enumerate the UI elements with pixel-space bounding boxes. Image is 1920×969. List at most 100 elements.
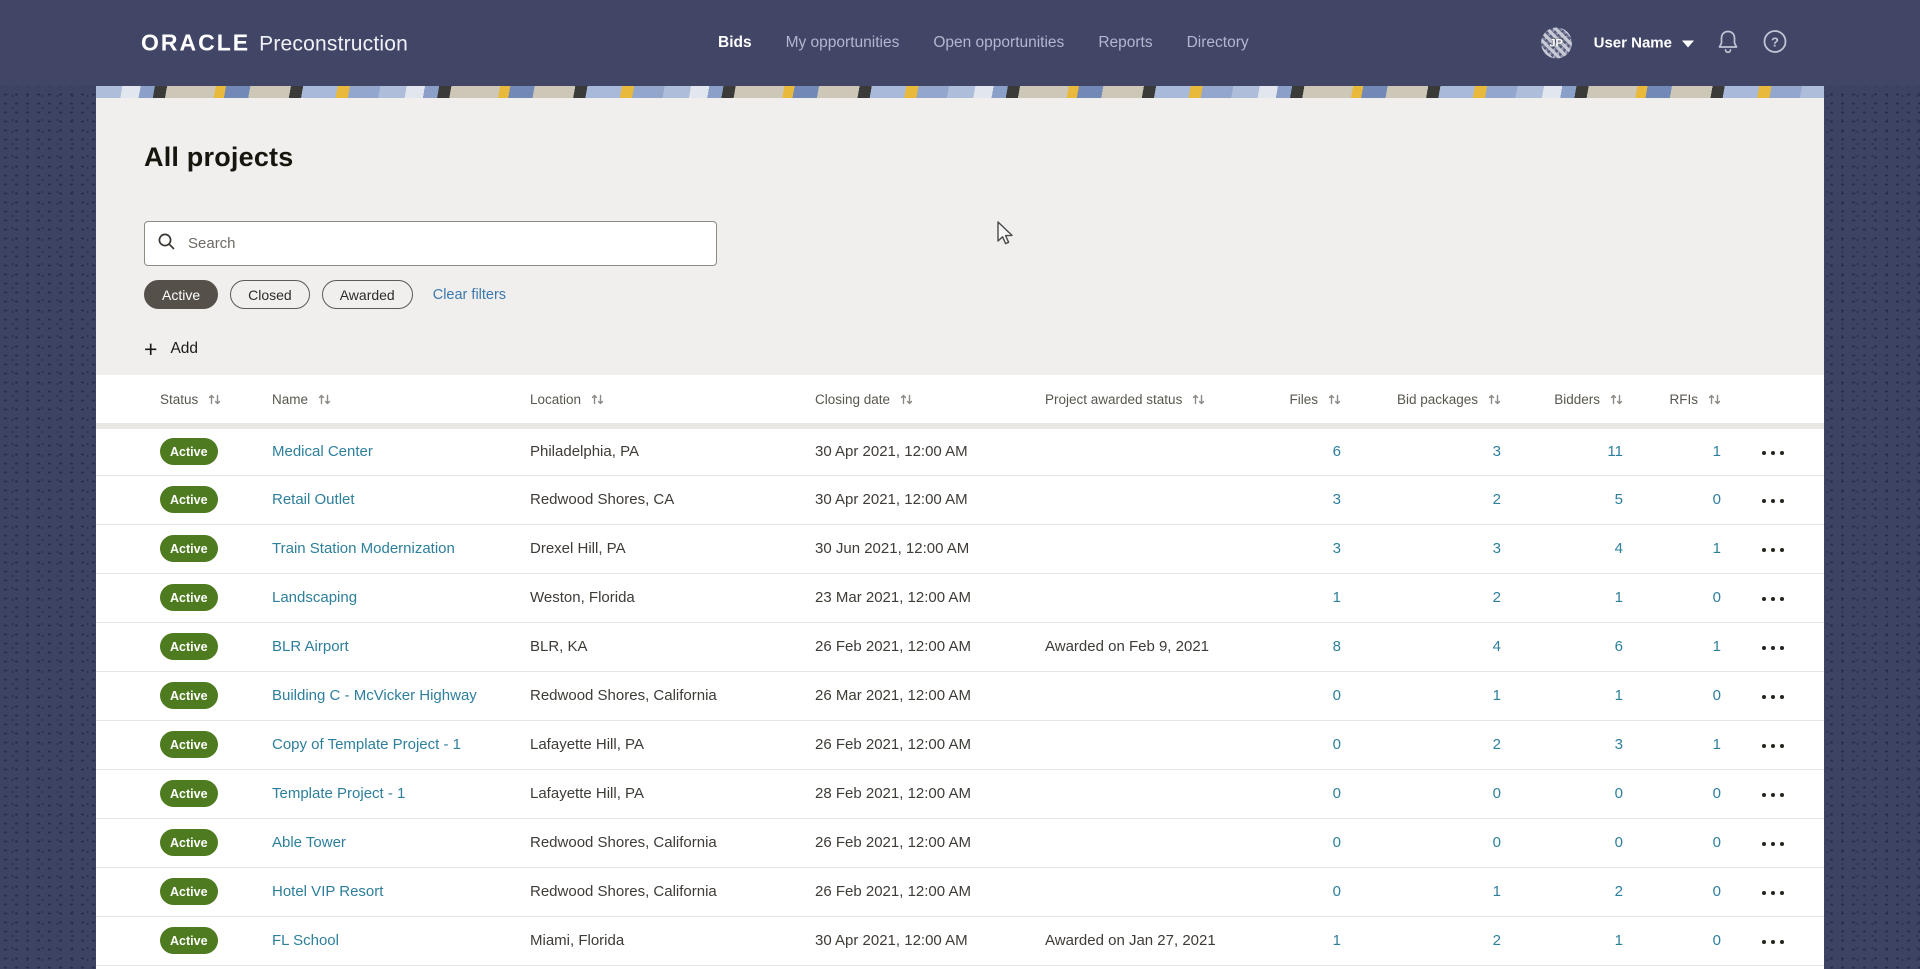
files-count-link[interactable]: 0 [1333,785,1341,802]
row-actions-button[interactable] [1758,591,1788,607]
bid-packages-count-link[interactable]: 2 [1493,736,1501,753]
nav-my-opportunities[interactable]: My opportunities [786,34,900,52]
awarded-status-cell [1045,573,1275,623]
project-name-link[interactable]: Able Tower [272,834,346,851]
rfis-count-link[interactable]: 0 [1713,687,1721,704]
sort-header-rfis[interactable]: RFIs [1623,392,1721,407]
bidders-count-link[interactable]: 3 [1615,736,1623,753]
project-name-link[interactable]: Train Station Modernization [272,540,455,557]
status-badge: Active [160,535,218,562]
rfis-count-link[interactable]: 0 [1713,491,1721,508]
nav-bids[interactable]: Bids [718,34,752,52]
row-actions-button[interactable] [1758,787,1788,803]
project-name-link[interactable]: Medical Center [272,443,373,460]
bid-packages-count-link[interactable]: 2 [1493,491,1501,508]
filter-chip-awarded[interactable]: Awarded [321,280,413,309]
bid-packages-count-link[interactable]: 0 [1493,785,1501,802]
avatar-initials: JP [1549,37,1563,49]
nav-directory[interactable]: Directory [1187,34,1249,52]
bid-packages-count-link[interactable]: 2 [1493,589,1501,606]
user-menu[interactable]: User Name [1594,35,1694,52]
table-row: Active Template Project - 1 Lafayette Hi… [96,769,1824,819]
files-count-link[interactable]: 3 [1333,491,1341,508]
row-actions-button[interactable] [1758,542,1788,558]
row-actions-button[interactable] [1758,640,1788,656]
project-name-link[interactable]: FL School [272,932,339,949]
rfis-count-link[interactable]: 1 [1713,638,1721,655]
nav-open-opportunities[interactable]: Open opportunities [933,34,1064,52]
project-name-link[interactable]: BLR Airport [272,638,349,655]
files-count-link[interactable]: 0 [1333,687,1341,704]
row-actions-button[interactable] [1758,738,1788,754]
bidders-count-link[interactable]: 1 [1615,932,1623,949]
status-badge: Active [160,584,218,611]
bidders-count-link[interactable]: 2 [1615,883,1623,900]
bidders-count-link[interactable]: 0 [1615,834,1623,851]
rfis-count-link[interactable]: 0 [1713,589,1721,606]
search-input[interactable] [186,234,704,253]
bidders-count-link[interactable]: 4 [1615,540,1623,557]
ellipsis-icon [1761,597,1766,601]
app-header: ORACLE Preconstruction Bids My opportuni… [0,0,1920,86]
sort-header-name[interactable]: Name [272,392,530,407]
files-count-link[interactable]: 3 [1333,540,1341,557]
sort-header-status[interactable]: Status [160,392,272,407]
row-actions-button[interactable] [1758,934,1788,950]
add-button[interactable]: + Add [144,338,198,361]
row-actions-button[interactable] [1758,885,1788,901]
sort-icon [1708,393,1721,406]
bid-packages-count-link[interactable]: 3 [1493,443,1501,460]
table-row: Active Retail Outlet Redwood Shores, CA … [96,475,1824,525]
bidders-count-link[interactable]: 6 [1615,638,1623,655]
bid-packages-count-link[interactable]: 4 [1493,638,1501,655]
bid-packages-count-link[interactable]: 0 [1493,834,1501,851]
bidders-count-link[interactable]: 5 [1615,491,1623,508]
rfis-count-link[interactable]: 0 [1713,932,1721,949]
row-actions-button[interactable] [1758,445,1788,461]
rfis-count-link[interactable]: 1 [1713,540,1721,557]
sort-header-location[interactable]: Location [530,392,815,407]
project-name-link[interactable]: Landscaping [272,589,357,606]
files-count-link[interactable]: 0 [1333,834,1341,851]
clear-filters-link[interactable]: Clear filters [433,287,506,303]
sort-header-awarded-status[interactable]: Project awarded status [1045,392,1275,407]
row-actions-button[interactable] [1758,689,1788,705]
rfis-count-link[interactable]: 0 [1713,834,1721,851]
avatar[interactable]: JP [1540,27,1572,59]
notifications-button[interactable] [1716,29,1740,58]
bidders-count-link[interactable]: 11 [1607,443,1623,460]
bidders-count-link[interactable]: 0 [1615,785,1623,802]
sort-header-bid-packages[interactable]: Bid packages [1341,392,1501,407]
rfis-count-link[interactable]: 0 [1713,883,1721,900]
bidders-count-link[interactable]: 1 [1615,687,1623,704]
sort-header-files[interactable]: Files [1275,392,1341,407]
project-name-link[interactable]: Retail Outlet [272,491,355,508]
project-name-link[interactable]: Building C - McVicker Highway [272,687,477,704]
filter-chip-active[interactable]: Active [144,280,219,309]
rfis-count-link[interactable]: 1 [1713,736,1721,753]
location-cell: Drexel Hill, PA [530,524,815,574]
row-actions-button[interactable] [1758,493,1788,509]
rfis-count-link[interactable]: 0 [1713,785,1721,802]
project-name-link[interactable]: Hotel VIP Resort [272,883,383,900]
row-actions-button[interactable] [1758,836,1788,852]
filter-chip-closed[interactable]: Closed [230,280,310,309]
nav-reports[interactable]: Reports [1098,34,1152,52]
bid-packages-count-link[interactable]: 2 [1493,932,1501,949]
files-count-link[interactable]: 8 [1333,638,1341,655]
sort-header-bidders[interactable]: Bidders [1501,392,1623,407]
files-count-link[interactable]: 6 [1333,443,1341,460]
files-count-link[interactable]: 1 [1333,932,1341,949]
files-count-link[interactable]: 1 [1333,589,1341,606]
bid-packages-count-link[interactable]: 1 [1493,687,1501,704]
project-name-link[interactable]: Copy of Template Project - 1 [272,736,461,753]
bid-packages-count-link[interactable]: 3 [1493,540,1501,557]
rfis-count-link[interactable]: 1 [1713,443,1721,460]
sort-header-closing-date[interactable]: Closing date [815,392,1045,407]
files-count-link[interactable]: 0 [1333,883,1341,900]
bidders-count-link[interactable]: 1 [1615,589,1623,606]
files-count-link[interactable]: 0 [1333,736,1341,753]
help-button[interactable]: ? [1762,29,1788,58]
bid-packages-count-link[interactable]: 1 [1493,883,1501,900]
project-name-link[interactable]: Template Project - 1 [272,785,405,802]
